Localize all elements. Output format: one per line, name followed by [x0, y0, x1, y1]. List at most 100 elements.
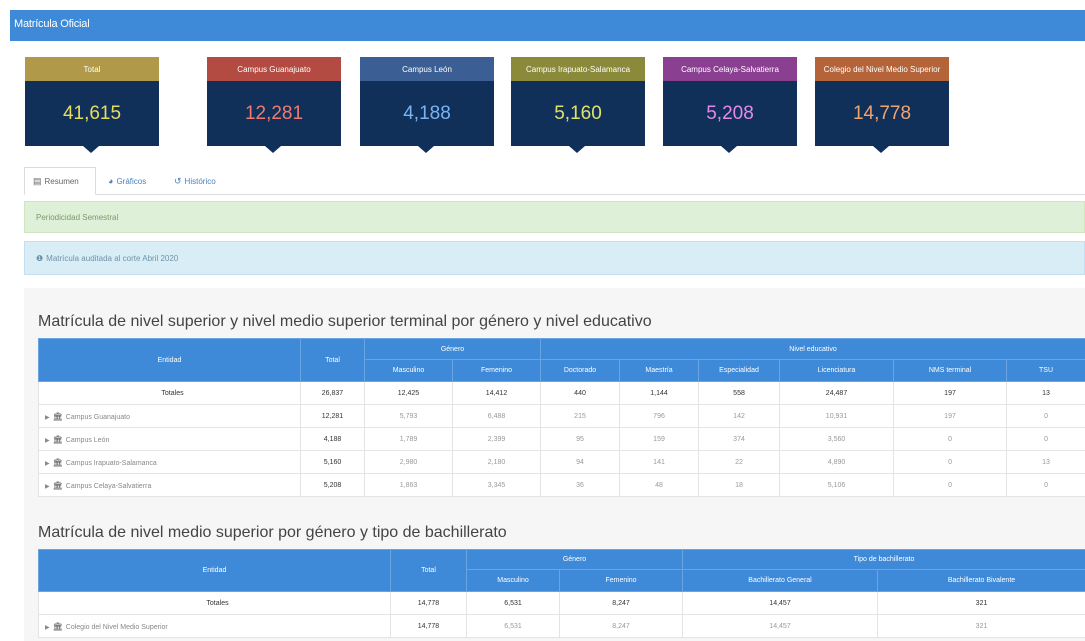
institution-icon: 🏛: [52, 457, 63, 467]
col-bachillerato-general: Bachillerato General: [682, 569, 879, 592]
kpi-label: Campus Irapuato-Salamanca: [511, 57, 645, 81]
kpi-pointer: [83, 146, 99, 153]
kpi-label: Total: [25, 57, 159, 81]
tab-graficos[interactable]: ◕ Gráficos: [100, 167, 154, 195]
institution-icon: 🏛: [52, 621, 63, 631]
kpi-card-campus-leon[interactable]: Campus León 4,188: [360, 57, 494, 153]
entity-name: Campus León: [65, 436, 110, 444]
cell: 2,399: [451, 427, 542, 451]
cell: 374: [698, 427, 781, 451]
expand-caret-icon[interactable]: ▶: [45, 625, 50, 631]
cell: 6,531: [466, 614, 560, 638]
kpi-pointer: [569, 146, 585, 153]
kpi-pointer: [418, 146, 434, 153]
cell: 197: [893, 404, 1008, 428]
cell: 8,247: [558, 591, 684, 615]
kpi-value: 5,208: [663, 81, 797, 146]
cell: 141: [619, 450, 700, 474]
expand-caret-icon[interactable]: ▶: [45, 484, 50, 490]
top-bar: Matrícula Oficial: [10, 10, 1085, 41]
col-tsu: TSU: [1006, 359, 1085, 382]
entity-name: Campus Irapuato-Salamanca: [65, 459, 157, 467]
cell: 215: [540, 404, 621, 428]
kpi-pointer: [721, 146, 737, 153]
kpi-card-total[interactable]: Total 41,615: [25, 57, 159, 153]
table-row[interactable]: ▶ 🏛 Campus Irapuato-Salamanca 5,160 2,980 …: [38, 450, 1085, 474]
cell: 6,488: [451, 404, 542, 428]
cell: 2,980: [364, 450, 453, 474]
cell: 12,425: [364, 381, 453, 405]
tab-label: Resumen: [44, 176, 79, 186]
kpi-card-campus-guanajuato[interactable]: Campus Guanajuato 12,281: [207, 57, 341, 153]
table-row[interactable]: ▶ 🏛 Campus Guanajuato 12,281 5,793 6,488 2…: [38, 404, 1085, 428]
expand-caret-icon[interactable]: ▶: [45, 415, 50, 421]
entity-cell: ▶ 🏛 Campus Guanajuato: [38, 404, 301, 428]
institution-icon: 🏛: [52, 480, 63, 490]
totals-row: Totales 14,778 6,531 8,247 14,457 321: [38, 591, 1085, 615]
kpi-card-campus-irapuato-salamanca[interactable]: Campus Irapuato-Salamanca 5,160: [511, 57, 645, 153]
cell: 14,457: [682, 591, 879, 615]
cell: 3,560: [779, 427, 895, 451]
cell: 14,412: [451, 381, 542, 405]
col-nms-terminal: NMS terminal: [893, 359, 1008, 382]
cell: 321: [877, 614, 1085, 638]
kpi-label: Campus León: [360, 57, 494, 81]
col-total: Total: [390, 549, 467, 592]
cell: 5,793: [364, 404, 453, 428]
institution-icon: 🏛: [52, 411, 63, 421]
kpi-card-campus-celaya-salvatierra[interactable]: Campus Celaya-Salvatierra 5,208: [663, 57, 797, 153]
cell: 0: [1006, 473, 1085, 497]
cell: 22: [698, 450, 781, 474]
cell: 14,778: [390, 591, 467, 615]
cell: 4,890: [779, 450, 895, 474]
cell: 2,180: [451, 450, 542, 474]
col-masculino: Masculino: [466, 569, 560, 592]
col-entidad: Entidad: [38, 338, 301, 382]
cell: 4,188: [300, 427, 365, 451]
periodicity-text: Periodicidad Semestral: [36, 212, 119, 222]
col-especialidad: Especialidad: [698, 359, 781, 382]
col-femenino: Femenino: [451, 359, 542, 382]
entity-cell: ▶ 🏛 Campus Celaya-Salvatierra: [38, 473, 301, 497]
kpi-value: 12,281: [207, 81, 341, 146]
periodicity-alert: Periodicidad Semestral: [24, 201, 1085, 233]
cell: 94: [540, 450, 621, 474]
totals-label: Totales: [38, 381, 301, 405]
col-group-genero: Género: [363, 338, 542, 360]
cell: 36: [540, 473, 621, 497]
cell: 159: [619, 427, 700, 451]
col-bachillerato-bivalente: Bachillerato Bivalente: [877, 569, 1085, 592]
kpi-value: 14,778: [815, 81, 949, 146]
entity-cell: ▶ 🏛 Campus León: [38, 427, 301, 451]
entity-cell: ▶ 🏛 Campus Irapuato-Salamanca: [38, 450, 301, 474]
col-licenciatura: Licenciatura: [779, 359, 895, 382]
cell: 5,160: [300, 450, 365, 474]
cell: 48: [619, 473, 700, 497]
expand-caret-icon[interactable]: ▶: [45, 438, 50, 444]
cell: 8,247: [558, 614, 684, 638]
kpi-pointer: [873, 146, 889, 153]
entity-name: Campus Celaya-Salvatierra: [65, 482, 152, 490]
cell: 14,457: [682, 614, 879, 638]
entity-cell: ▶ 🏛 Colegio del Nivel Medio Superior: [38, 614, 391, 638]
col-maestria: Maestría: [619, 359, 700, 382]
expand-caret-icon[interactable]: ▶: [45, 461, 50, 467]
totals-row: Totales 26,837 12,425 14,412 440 1,144 5…: [38, 381, 1085, 405]
totals-label: Totales: [38, 591, 391, 615]
kpi-card-colegio-nms[interactable]: Colegio del Nivel Medio Superior 14,778: [815, 57, 949, 153]
cell: 14,778: [390, 614, 467, 638]
kpi-label: Campus Celaya-Salvatierra: [663, 57, 797, 81]
cell: 12,281: [300, 404, 365, 428]
cell: 3,345: [451, 473, 542, 497]
cell: 0: [893, 473, 1008, 497]
table-row[interactable]: ▶ 🏛 Campus León 4,188 1,789 2,399 95 159 3…: [38, 427, 1085, 451]
table-row[interactable]: ▶ 🏛 Colegio del Nivel Medio Superior 14,77…: [38, 614, 1085, 638]
tab-historico[interactable]: ↺ Histórico: [166, 167, 224, 195]
table-row[interactable]: ▶ 🏛 Campus Celaya-Salvatierra 5,208 1,863 …: [38, 473, 1085, 497]
audit-text: Matrícula auditada al corte Abril 2020: [46, 253, 179, 263]
cell: 197: [893, 381, 1008, 405]
kpi-label: Colegio del Nivel Medio Superior: [815, 57, 949, 81]
tab-resumen[interactable]: ▤ Resumen: [24, 167, 96, 195]
cell: 10,931: [779, 404, 895, 428]
tab-bar: ▤ Resumen ◕ Gráficos ↺ Histórico: [24, 167, 1085, 195]
